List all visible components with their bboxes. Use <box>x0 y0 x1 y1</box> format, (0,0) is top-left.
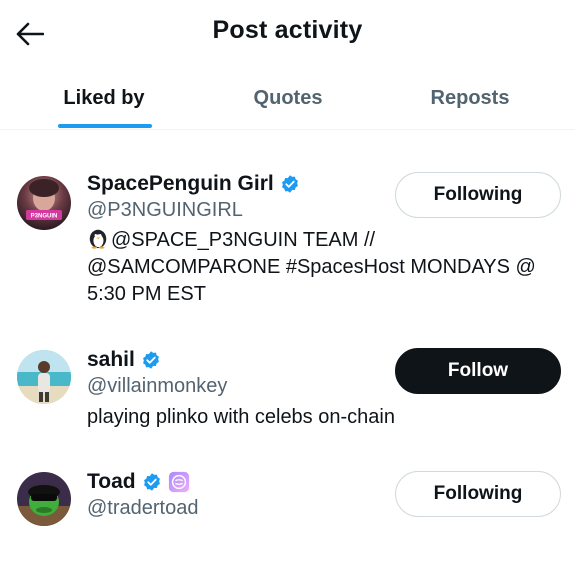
user-handle: @P3NGUINGIRL <box>87 199 243 221</box>
active-tab-indicator <box>58 124 152 128</box>
tab-liked-by[interactable]: Liked by <box>0 66 208 130</box>
verified-badge-icon <box>143 473 160 491</box>
avatar[interactable]: P3NGUIN <box>17 176 71 230</box>
header: Post activity <box>0 0 575 66</box>
following-button[interactable]: Following <box>395 172 561 218</box>
list-item[interactable]: sahil @villainmonkey playing plinko with… <box>0 320 575 450</box>
verified-badge-icon <box>142 351 159 369</box>
avatar-logo-text: P3NGUIN <box>31 214 58 220</box>
user-bio: @SPACE_P3NGUIN TEAM // @SAMCOMPARONE #Sp… <box>87 227 557 308</box>
avatar[interactable] <box>17 472 71 526</box>
display-name[interactable]: Toad <box>87 470 136 494</box>
following-button[interactable]: Following <box>395 471 561 517</box>
post-activity-screen: Post activity Liked by Quotes Reposts P3… <box>0 0 575 567</box>
name-line: sahil <box>87 348 161 372</box>
affiliate-badge-icon <box>168 471 189 493</box>
name-line: SpacePenguin Girl <box>87 172 300 196</box>
user-bio: playing plinko with celebs on-chain <box>87 406 395 428</box>
verified-badge-icon <box>281 175 298 193</box>
user-handle: @villainmonkey <box>87 375 228 397</box>
tab-quotes[interactable]: Quotes <box>190 66 386 130</box>
display-name[interactable]: sahil <box>87 348 135 372</box>
penguin-emoji-icon <box>89 229 107 249</box>
name-line: Toad <box>87 470 190 494</box>
user-handle: @tradertoad <box>87 497 199 519</box>
avatar[interactable] <box>17 350 71 404</box>
follow-button[interactable]: Follow <box>395 348 561 394</box>
tab-reposts[interactable]: Reposts <box>376 66 564 130</box>
list-item[interactable]: P3NGUIN SpacePenguin Girl @P3NGUINGIRL @… <box>0 130 575 320</box>
tab-bar: Liked by Quotes Reposts <box>0 66 575 130</box>
bio-text: @SPACE_P3NGUIN TEAM // @SAMCOMPARONE #Sp… <box>87 229 536 305</box>
list-item[interactable]: Toad @tradertoad Following <box>0 450 575 567</box>
page-title: Post activity <box>212 16 363 44</box>
display-name[interactable]: SpacePenguin Girl <box>87 172 274 196</box>
